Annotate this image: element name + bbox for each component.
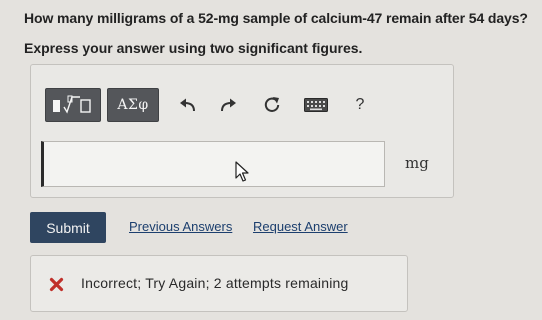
- keyboard-icon: [304, 98, 328, 112]
- question-text: How many milligrams of a 52-mg sample of…: [24, 10, 528, 26]
- x-mark-icon: [49, 277, 64, 292]
- redo-arrow-icon: [221, 98, 236, 112]
- submit-button[interactable]: Submit: [30, 212, 106, 243]
- undo-button[interactable]: [173, 88, 203, 122]
- help-button[interactable]: ?: [345, 88, 375, 122]
- templates-sqrt-icon: [53, 95, 91, 114]
- answer-panel: ΑΣφ ? mg: [30, 64, 454, 198]
- redo-button[interactable]: [213, 88, 243, 122]
- answer-input[interactable]: [41, 141, 385, 187]
- feedback-message: Incorrect; Try Again; 2 attempts remaini…: [81, 275, 349, 291]
- reset-button[interactable]: [257, 88, 287, 122]
- request-answer-link[interactable]: Request Answer: [253, 219, 348, 234]
- keyboard-button[interactable]: [301, 88, 331, 122]
- math-toolbar: ΑΣφ ?: [45, 88, 375, 122]
- instruction-text: Express your answer using two significan…: [24, 40, 363, 56]
- undo-arrow-icon: [180, 98, 195, 112]
- feedback-box: Incorrect; Try Again; 2 attempts remaini…: [30, 255, 408, 312]
- unit-label: mg: [405, 154, 429, 172]
- previous-answers-link[interactable]: Previous Answers: [129, 219, 232, 234]
- reset-icon: [264, 97, 280, 112]
- symbols-button[interactable]: ΑΣφ: [107, 88, 159, 122]
- templates-button[interactable]: [45, 88, 101, 122]
